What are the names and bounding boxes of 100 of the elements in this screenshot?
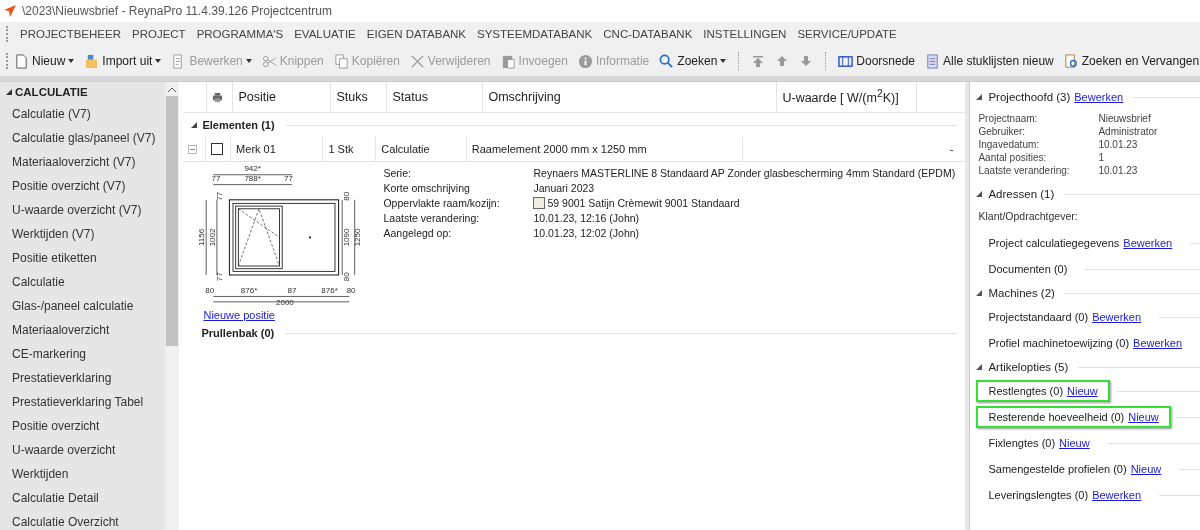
toolbar-button[interactable]: Import uit — [80, 51, 166, 71]
edit-link[interactable]: Bewerken — [1074, 91, 1124, 103]
group-title: Elementen (1) — [202, 119, 275, 131]
sidebar-item[interactable]: U-waarde overzicht — [0, 438, 166, 462]
detail-label: Korte omschrijving — [383, 182, 471, 194]
sidebar-item[interactable]: CE-markering — [0, 342, 166, 366]
toolbar-button[interactable]: Nieuw — [10, 51, 79, 71]
detail-value: 59 9001 Satijn Crèmewit 9001 Standaard — [547, 197, 740, 209]
item-title: Resterende hoeveelheid (0) — [988, 411, 1125, 423]
table-cell: Raamelement 2000 mm x 1250 mm — [466, 137, 743, 161]
sidebar-section-header[interactable]: CALCULATIE — [15, 86, 88, 98]
window-frame-drawing: 942* 77 788* 77 1156 1002 77 77 80 1090 80 1250 80 876* 87 876* 80 2000 — [199, 164, 370, 309]
item-link[interactable]: Nieuw — [1130, 463, 1162, 475]
table-cell: Merk 01 — [231, 137, 324, 161]
menu-item[interactable]: INSTELLINGEN — [702, 28, 788, 40]
column-header[interactable]: Omschrijving — [483, 82, 778, 112]
item-title: Documenten (0) — [988, 263, 1068, 275]
import-icon — [84, 53, 100, 69]
find-replace-icon — [1063, 53, 1079, 69]
collapse-arrow-icon[interactable] — [191, 122, 198, 128]
dropdown-caret-icon[interactable] — [155, 59, 162, 63]
field-value: 10.01.23 — [1098, 138, 1139, 151]
sidebar-item[interactable]: U-waarde overzicht (V7) — [0, 198, 166, 222]
toolbar-button[interactable]: Doorsnede — [834, 51, 920, 71]
page-icon — [14, 53, 29, 69]
column-header[interactable]: Status — [387, 82, 484, 112]
item-link[interactable]: Bewerken — [1123, 237, 1173, 249]
menu-item[interactable]: EIGEN DATABANK — [365, 28, 468, 40]
scroll-up-icon[interactable] — [168, 87, 177, 92]
collapse-toggle[interactable] — [188, 144, 198, 154]
table-cell-text: - — [948, 142, 955, 157]
toolbar-button[interactable]: Zoeken en Vervangen — [1059, 51, 1200, 71]
item-title: Restlengtes (0) — [988, 385, 1064, 397]
menu-item[interactable]: CNC-DATABANK — [602, 28, 694, 40]
sidebar-item[interactable]: Materiaaloverzicht (V7) — [0, 150, 166, 174]
toolbar-button[interactable]: Alle stuklijsten nieuw — [921, 51, 1058, 71]
sidebar-item[interactable]: Materiaaloverzicht — [0, 318, 166, 342]
item-link[interactable]: Bewerken — [1133, 337, 1182, 349]
sidebar-item[interactable]: Werktijden — [0, 462, 166, 486]
detail-value: Reynaers MASTERLINE 8 Standaard AP Zonder glasbescherming 4mm Standard (EPDM) — [533, 167, 956, 179]
scrollbar-thumb[interactable] — [166, 96, 179, 346]
menu-item[interactable]: SYSTEEMDATABANK — [476, 28, 594, 40]
item-title: Leveringslengtes (0) — [988, 489, 1089, 501]
window-title: \2023\Nieuwsbrief - ReynaPro 11.4.39.126 Projectcentrum — [22, 4, 332, 18]
menu-item[interactable]: SERVICE/UPDATE — [796, 28, 898, 40]
field-value: 1 — [1098, 151, 1105, 164]
sidebar-item[interactable]: Calculatie Detail — [0, 486, 166, 510]
item-link[interactable]: Nieuw — [1067, 385, 1098, 397]
field-value: Administrator — [1098, 125, 1159, 138]
section-title: Adressen (1) — [988, 188, 1055, 200]
item-title: Samengestelde profielen (0) — [988, 463, 1127, 475]
menu-item[interactable]: PROJECT — [130, 28, 187, 40]
cross-icon — [409, 53, 425, 69]
item-title: Profiel machinetoewijzing (0) — [988, 337, 1130, 349]
sidebar-item[interactable]: Prestatieverklaring — [0, 366, 166, 390]
column-header[interactable]: Stuks — [331, 82, 388, 112]
collapse-arrow-icon[interactable] — [976, 94, 983, 100]
sidebar-item[interactable]: Calculatie (V7) — [0, 102, 166, 126]
clipboard-icon — [500, 53, 516, 69]
menu-item[interactable]: PROJECTBEHEER — [19, 28, 122, 40]
detail-label: Aangelegd op: — [383, 227, 453, 239]
copy-icon — [333, 53, 349, 69]
toolbar-button[interactable]: Zoeken — [655, 51, 731, 71]
item-link[interactable]: Nieuw — [1059, 437, 1090, 449]
collapse-arrow-icon[interactable] — [976, 290, 983, 296]
column-header[interactable]: Positie — [233, 82, 332, 112]
dropdown-caret-icon[interactable] — [720, 59, 727, 63]
field-value: 10.01.23 — [1098, 164, 1139, 177]
item-title: Projectstandaard (0) — [988, 311, 1089, 323]
sidebar-item[interactable]: Glas-/paneel calculatie — [0, 294, 166, 318]
field-label: Ingavedatum: — [978, 138, 1041, 151]
item-link[interactable]: Bewerken — [1092, 489, 1142, 501]
collapse-arrow-icon[interactable] — [976, 191, 983, 197]
collapse-arrow-icon[interactable] — [976, 364, 983, 370]
dropdown-caret-icon[interactable] — [68, 59, 75, 63]
column-header[interactable]: U-waarde [ W/(m$^{2}$K)] — [777, 82, 918, 112]
sidebar-item[interactable]: Positie overzicht (V7) — [0, 174, 166, 198]
field-label: Projectnaam: — [978, 112, 1039, 125]
sidebar-item[interactable]: Positie overzicht — [0, 414, 166, 438]
item-title: Project calculatiegegevens — [988, 237, 1120, 249]
new-position-link[interactable]: Nieuwe positie — [203, 309, 275, 321]
field-value: Nieuwsbrief — [1098, 112, 1152, 125]
detail-value: 10.01.23, 12:02 (John) — [533, 227, 640, 239]
app-logo-icon — [4, 5, 16, 17]
search-icon — [659, 53, 675, 69]
sidebar-item[interactable]: Positie etiketten — [0, 246, 166, 270]
item-link[interactable]: Nieuw — [1128, 411, 1159, 423]
menu-item[interactable]: PROGRAMMA'S — [195, 28, 285, 40]
item-link[interactable]: Bewerken — [1092, 311, 1142, 323]
sidebar-item[interactable]: Werktijden (V7) — [0, 222, 166, 246]
collapse-arrow-icon[interactable] — [6, 89, 12, 95]
calculator-icon — [925, 53, 941, 69]
sidebar-item[interactable]: Calculatie — [0, 270, 166, 294]
sidebar-item[interactable]: Calculatie glas/paneel (V7) — [0, 126, 166, 150]
menu-item[interactable]: EVALUATIE — [293, 28, 357, 40]
table-cell: Calculatie — [376, 137, 467, 161]
field-label: Aantal posities: — [978, 151, 1048, 164]
sidebar-item[interactable]: Prestatieverklaring Tabel — [0, 390, 166, 414]
sidebar-item[interactable]: Calculatie Overzicht — [0, 510, 166, 530]
row-checkbox[interactable] — [211, 143, 224, 155]
